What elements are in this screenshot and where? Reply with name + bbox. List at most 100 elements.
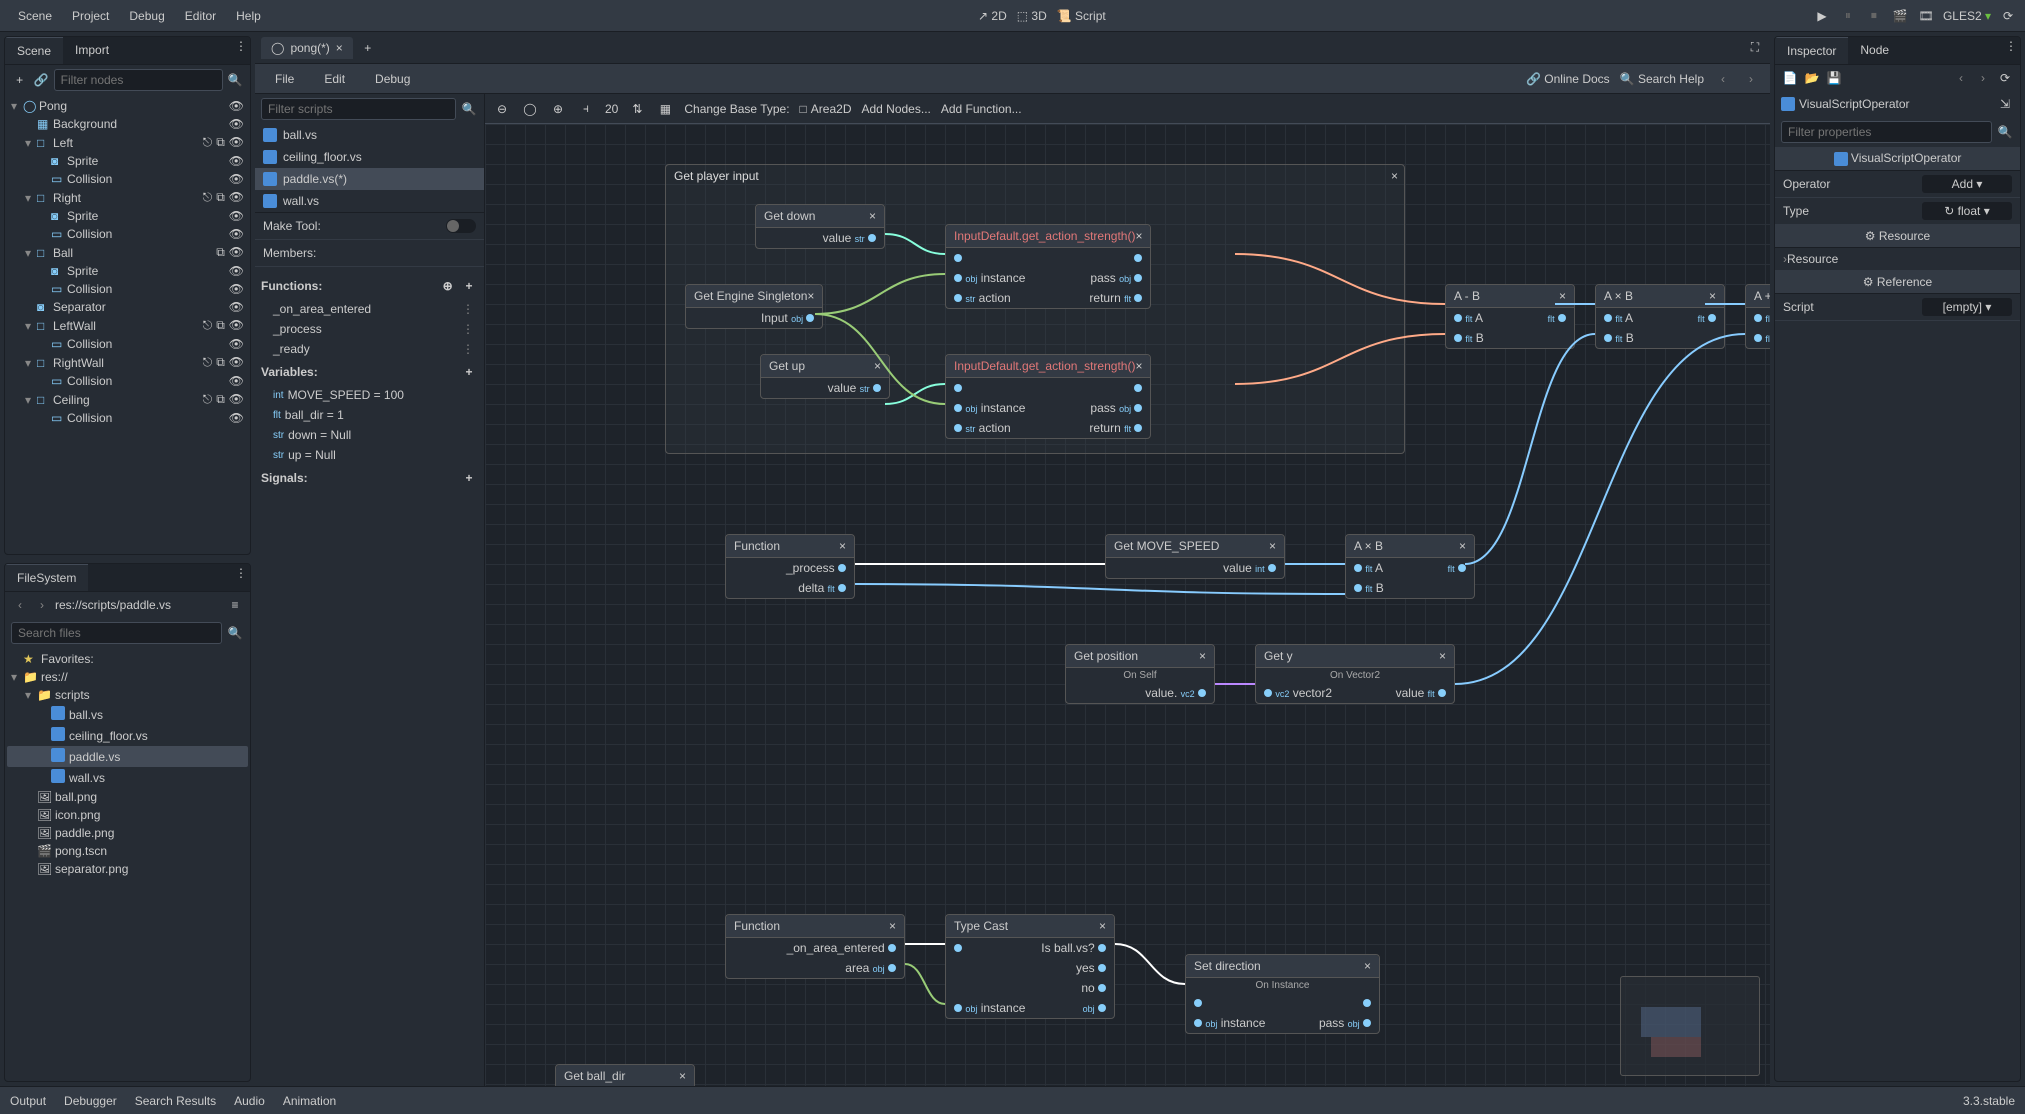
scene-node[interactable]: ◙Sprite👁 bbox=[7, 152, 248, 170]
pause-icon[interactable]: ⏸ bbox=[1839, 7, 1857, 25]
output-port[interactable] bbox=[1098, 944, 1106, 952]
add-icon[interactable]: + bbox=[460, 363, 478, 381]
visibility-icon[interactable]: ⧉ bbox=[216, 392, 225, 407]
section-resource[interactable]: ⚙ Resource bbox=[1775, 225, 2020, 248]
link-icon[interactable]: 🔗 bbox=[32, 71, 49, 89]
fs-item[interactable]: ★Favorites: bbox=[7, 650, 248, 668]
graph-node[interactable]: Get MOVE_SPEED×value int bbox=[1105, 534, 1285, 579]
fs-item[interactable]: ceiling_floor.vs bbox=[7, 725, 248, 746]
search-icon[interactable]: 🔍 bbox=[460, 100, 478, 118]
input-port[interactable] bbox=[1754, 314, 1762, 322]
output-port[interactable] bbox=[868, 234, 876, 242]
mode-3d[interactable]: ⬚ 3D bbox=[1017, 9, 1047, 23]
input-port[interactable] bbox=[1354, 564, 1362, 572]
output-port[interactable] bbox=[1268, 564, 1276, 572]
visibility-icon[interactable]: 👁 bbox=[229, 300, 244, 314]
output-port[interactable] bbox=[1098, 1004, 1106, 1012]
play-custom-icon[interactable]: 🎞 bbox=[1917, 7, 1935, 25]
menu-project[interactable]: Project bbox=[62, 5, 119, 27]
visibility-icon[interactable]: ⧉ bbox=[216, 245, 225, 260]
input-port[interactable] bbox=[1454, 334, 1462, 342]
scene-node[interactable]: ◙Separator👁 bbox=[7, 298, 248, 316]
visibility-icon[interactable]: 👁 bbox=[229, 282, 244, 296]
output-port[interactable] bbox=[806, 314, 814, 322]
visibility-icon[interactable]: 👁 bbox=[229, 264, 244, 278]
nav-fwd-icon[interactable]: › bbox=[33, 596, 51, 614]
zoom-out-icon[interactable]: ⊖ bbox=[493, 100, 511, 118]
visibility-icon[interactable]: 👁 bbox=[229, 154, 244, 168]
make-tool-toggle[interactable] bbox=[446, 219, 476, 233]
input-port[interactable] bbox=[1754, 334, 1762, 342]
script-menu-edit[interactable]: Edit bbox=[314, 68, 355, 90]
mode-2d[interactable]: ↗ 2D bbox=[978, 9, 1007, 23]
output-port[interactable] bbox=[888, 944, 896, 952]
output-port[interactable] bbox=[838, 584, 846, 592]
zoom-in-icon[interactable]: ⊕ bbox=[549, 100, 567, 118]
graph-node[interactable]: InputDefault.get_action_strength()× obj … bbox=[945, 354, 1151, 439]
scene-tree[interactable]: ▾◯Pong👁▦Background👁▾□Left⎋⧉👁◙Sprite👁▭Col… bbox=[5, 95, 250, 554]
fs-item[interactable]: 🖼separator.png bbox=[7, 860, 248, 878]
bottom-debugger[interactable]: Debugger bbox=[64, 1094, 117, 1108]
prop-value-dropdown[interactable]: Add ▾ bbox=[1922, 175, 2012, 193]
scene-node[interactable]: ◙Sprite👁 bbox=[7, 262, 248, 280]
close-icon[interactable]: × bbox=[1709, 289, 1716, 303]
menu-debug[interactable]: Debug bbox=[119, 5, 174, 27]
input-port[interactable] bbox=[1264, 689, 1272, 697]
scene-node[interactable]: ▭Collision👁 bbox=[7, 170, 248, 188]
output-port[interactable] bbox=[838, 564, 846, 572]
graph-node[interactable]: Type Cast× Is ball.vs? yes no obj instan… bbox=[945, 914, 1115, 1019]
graph-node[interactable]: A × B× flt A flt flt B bbox=[1595, 284, 1725, 349]
expand-icon[interactable]: ⇲ bbox=[1996, 95, 2014, 113]
output-port[interactable] bbox=[1134, 274, 1142, 282]
bottom-animation[interactable]: Animation bbox=[283, 1094, 336, 1108]
visibility-icon[interactable]: ⧉ bbox=[216, 355, 225, 370]
close-icon[interactable]: × bbox=[874, 359, 881, 373]
visibility-icon[interactable]: 👁 bbox=[229, 117, 244, 131]
renderer-label[interactable]: GLES2 ▾ bbox=[1943, 9, 1991, 23]
input-port[interactable] bbox=[954, 944, 962, 952]
scene-node[interactable]: ▾□RightWall⎋⧉👁 bbox=[7, 353, 248, 372]
scene-node[interactable]: ▭Collision👁 bbox=[7, 372, 248, 390]
nav-fwd-icon[interactable]: › bbox=[1742, 70, 1760, 88]
minimap[interactable] bbox=[1620, 976, 1760, 1076]
visibility-icon[interactable]: 👁 bbox=[229, 374, 244, 388]
scene-node[interactable]: ▾□Right⎋⧉👁 bbox=[7, 188, 248, 207]
close-icon[interactable]: × bbox=[1439, 649, 1446, 663]
output-port[interactable] bbox=[1134, 404, 1142, 412]
close-icon[interactable]: × bbox=[1199, 649, 1206, 663]
scene-node[interactable]: ▭Collision👁 bbox=[7, 409, 248, 427]
close-icon[interactable]: × bbox=[1269, 539, 1276, 553]
script-list-item[interactable]: ball.vs bbox=[255, 124, 484, 146]
input-port[interactable] bbox=[954, 384, 962, 392]
fs-item[interactable]: ▾📁scripts bbox=[7, 686, 248, 704]
save-icon[interactable]: 💾 bbox=[1825, 69, 1843, 87]
inspector-filter-input[interactable] bbox=[1781, 121, 1992, 143]
output-port[interactable] bbox=[1363, 999, 1371, 1007]
play-icon[interactable]: ▶ bbox=[1813, 7, 1831, 25]
fs-item[interactable]: ball.vs bbox=[7, 704, 248, 725]
section-reference[interactable]: ⚙ Reference bbox=[1775, 271, 2020, 294]
output-port[interactable] bbox=[1098, 964, 1106, 972]
fs-item[interactable]: 🎬pong.tscn bbox=[7, 842, 248, 860]
script-menu-file[interactable]: File bbox=[265, 68, 304, 90]
tab-inspector[interactable]: Inspector bbox=[1775, 37, 1848, 64]
menu-help[interactable]: Help bbox=[226, 5, 271, 27]
tab-filesystem[interactable]: FileSystem bbox=[5, 564, 88, 591]
output-port[interactable] bbox=[1198, 689, 1206, 697]
nav-back-icon[interactable]: ‹ bbox=[1714, 70, 1732, 88]
zoom-reset-icon[interactable]: ◯ bbox=[521, 100, 539, 118]
variable-item[interactable]: strdown = Null bbox=[261, 425, 478, 445]
mode-script[interactable]: 📜 Script bbox=[1057, 9, 1106, 23]
visibility-icon[interactable]: ⧉ bbox=[216, 318, 225, 333]
visibility-icon[interactable]: ⎋ bbox=[203, 318, 213, 333]
updown-icon[interactable]: ⇅ bbox=[628, 100, 646, 118]
variable-item[interactable]: fltball_dir = 1 bbox=[261, 405, 478, 425]
output-port[interactable] bbox=[873, 384, 881, 392]
tab-node[interactable]: Node bbox=[1848, 37, 1901, 64]
scene-node[interactable]: ▾□LeftWall⎋⧉👁 bbox=[7, 316, 248, 335]
fs-item[interactable]: wall.vs bbox=[7, 767, 248, 788]
graph-node[interactable]: A - B× flt A flt flt B bbox=[1445, 284, 1575, 349]
scene-node[interactable]: ▭Collision👁 bbox=[7, 225, 248, 243]
input-port[interactable] bbox=[954, 254, 962, 262]
visibility-icon[interactable]: 👁 bbox=[229, 337, 244, 351]
